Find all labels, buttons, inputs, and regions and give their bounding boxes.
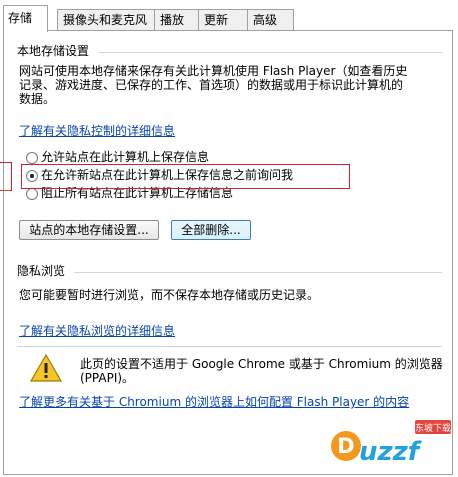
warning-divider — [17, 346, 442, 347]
warning-icon — [29, 353, 63, 382]
radio-allow-label[interactable]: 允许站点在此计算机上保存信息 — [41, 150, 209, 165]
tab-advanced[interactable]: 高级 — [247, 9, 294, 30]
warning-text-line1: 此页的设置不适用于 Google Chrome 或基于 Chromium 的浏览… — [80, 357, 443, 371]
site-storage-settings-button[interactable]: 站点的本地存储设置... — [19, 220, 159, 240]
description-line: 记录、游戏进度、已保存的工作、首选项）的数据或用于标识此计算机的 — [19, 78, 404, 92]
option-highlight-box — [21, 164, 350, 189]
tab-camera-mic[interactable]: 摄像头和麦克风 — [57, 9, 155, 30]
private-browsing-heading: 隐私浏览 — [17, 264, 66, 278]
private-heading-divider — [74, 272, 442, 273]
description-line: 数据。 — [19, 92, 56, 106]
settings-panel: 本地存储设置 网站可使用本地存储来保存有关此计算机使用 Flash Player… — [3, 30, 453, 475]
svg-text:D: D — [337, 434, 354, 458]
private-browsing-link[interactable]: 了解有关隐私浏览的详细信息 — [19, 324, 175, 339]
warning-text-line2: (PPAPI)。 — [80, 371, 135, 385]
radio-block[interactable] — [26, 188, 38, 200]
privacy-controls-link[interactable]: 了解有关隐私控制的详细信息 — [19, 124, 175, 139]
svg-text:uzzf: uzzf — [359, 437, 423, 467]
local-storage-heading: 本地存储设置 — [17, 44, 90, 58]
heading-divider — [99, 52, 442, 53]
chromium-config-link[interactable]: 了解更多有关基于 Chromium 的浏览器上如何配置 Flash Player… — [19, 395, 409, 410]
svg-text:东坡下载: 东坡下载 — [415, 422, 451, 434]
tab-playback[interactable]: 播放 — [154, 9, 199, 30]
left-edge-marker — [0, 162, 12, 191]
description-line: 网站可使用本地存储来保存有关此计算机使用 Flash Player（如查看历史 — [19, 64, 408, 78]
private-browsing-description: 您可能要暂时进行浏览，而不保存本地存储或历史记录。 — [19, 288, 320, 302]
tab-updates[interactable]: 更新 — [198, 9, 248, 30]
tab-storage[interactable]: 存储 — [3, 5, 48, 32]
radio-allow[interactable] — [26, 152, 38, 164]
watermark-logo: D uzzf 东坡下载 — [329, 416, 452, 474]
delete-all-button[interactable]: 全部删除... — [171, 220, 251, 240]
cursor-marker — [0, 190, 10, 191]
tab-bar: 存储 摄像头和麦克风 播放 更新 高级 — [0, 0, 458, 32]
